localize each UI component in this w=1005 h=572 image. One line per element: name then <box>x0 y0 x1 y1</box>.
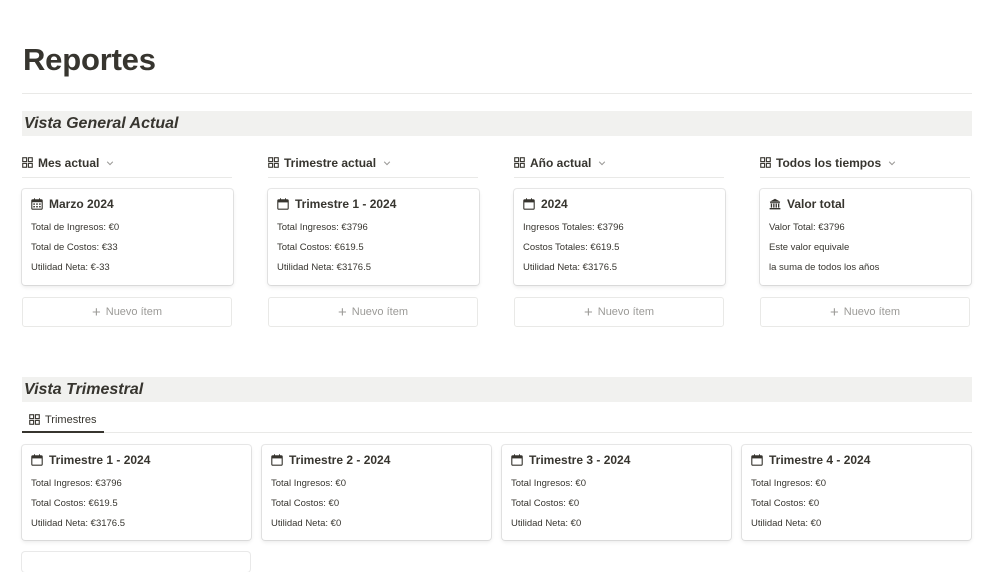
card-trimestre-2[interactable]: Trimestre 2 - 2024 Total Ingresos: €0 To… <box>262 445 491 540</box>
card-line: Total de Costos: €33 <box>31 242 118 253</box>
card-line: Total Ingresos: €3796 <box>31 478 122 489</box>
card-trimestre-actual[interactable]: Trimestre 1 - 2024 Total Ingresos: €3796… <box>268 189 479 285</box>
calendar-icon <box>523 198 535 210</box>
gallery-grid-icon <box>760 157 771 168</box>
chevron-down-icon[interactable] <box>383 159 391 167</box>
new-item-button[interactable]: + Nuevo ítem <box>760 297 970 327</box>
card-line: Total Costos: €0 <box>751 498 820 509</box>
card-trimestre-1[interactable]: Trimestre 1 - 2024 Total Ingresos: €3796… <box>22 445 251 540</box>
card-partial[interactable] <box>22 552 250 572</box>
card-line: Total Costos: €619.5 <box>31 498 118 509</box>
card-title: Marzo 2024 <box>49 197 114 211</box>
card-line: Total de Ingresos: €0 <box>31 222 120 233</box>
calendar-grid-icon <box>31 198 43 210</box>
calendar-icon <box>751 454 763 466</box>
card-line: Costos Totales: €619.5 <box>523 242 620 253</box>
plus-icon: + <box>337 303 347 321</box>
calendar-icon <box>31 454 43 466</box>
gallery-grid-icon <box>29 414 40 425</box>
tab-trimestres[interactable]: Trimestres <box>22 408 104 433</box>
section-heading-quarterly: Vista Trimestral <box>22 377 972 402</box>
card-line: Utilidad Neta: €0 <box>511 518 582 529</box>
card-line: la suma de todos los años <box>769 262 880 273</box>
section-heading-text: Vista General Actual <box>24 114 179 132</box>
new-item-label: Nuevo ítem <box>351 306 408 318</box>
card-line: Total Costos: €0 <box>271 498 340 509</box>
card-title: Trimestre 1 - 2024 <box>295 197 397 211</box>
card-todos-los-tiempos[interactable]: Valor total Valor Total: €3796 Este valo… <box>760 189 971 285</box>
bank-icon <box>769 198 781 210</box>
card-line: Total Ingresos: €3796 <box>277 222 368 233</box>
gallery-grid-icon <box>514 157 525 168</box>
card-line: Utilidad Neta: €3176.5 <box>277 262 372 273</box>
card-line: Total Ingresos: €0 <box>271 478 346 489</box>
card-ano-actual[interactable]: 2024 Ingresos Totales: €3796 Costos Tota… <box>514 189 725 285</box>
card-title: 2024 <box>541 197 568 211</box>
view-tab-mes-actual[interactable]: Mes actual <box>22 152 232 178</box>
view-tab-label: Mes actual <box>38 155 100 170</box>
view-tab-label: Año actual <box>530 155 592 170</box>
new-item-button[interactable]: + Nuevo ítem <box>268 297 478 327</box>
card-title: Trimestre 3 - 2024 <box>529 453 631 467</box>
card-title: Trimestre 2 - 2024 <box>289 453 391 467</box>
card-line: Utilidad Neta: €3176.5 <box>523 262 618 273</box>
title-divider <box>22 93 972 94</box>
card-title: Trimestre 4 - 2024 <box>769 453 871 467</box>
new-item-button[interactable]: + Nuevo ítem <box>22 297 232 327</box>
card-line: Utilidad Neta: €-33 <box>31 262 110 273</box>
card-line: Ingresos Totales: €3796 <box>523 222 624 233</box>
section-heading-text: Vista Trimestral <box>24 380 144 398</box>
chevron-down-icon[interactable] <box>106 159 114 167</box>
card-line: Utilidad Neta: €3176.5 <box>31 518 126 529</box>
calendar-icon <box>271 454 283 466</box>
calendar-icon <box>277 198 289 210</box>
card-title: Trimestre 1 - 2024 <box>49 453 151 467</box>
plus-icon: + <box>91 303 101 321</box>
gallery-grid-icon <box>22 157 33 168</box>
chevron-down-icon[interactable] <box>598 159 606 167</box>
card-line: Este valor equivale <box>769 242 850 253</box>
card-mes-actual[interactable]: Marzo 2024 Total de Ingresos: €0 Total d… <box>22 189 233 285</box>
section-heading-general: Vista General Actual <box>22 111 972 136</box>
view-tab-label: Trimestre actual <box>284 155 377 170</box>
plus-icon: + <box>829 303 839 321</box>
view-tab-trimestre-actual[interactable]: Trimestre actual <box>268 152 478 178</box>
card-trimestre-4[interactable]: Trimestre 4 - 2024 Total Ingresos: €0 To… <box>742 445 971 540</box>
card-line: Total Costos: €0 <box>511 498 580 509</box>
new-item-button[interactable]: + Nuevo ítem <box>514 297 724 327</box>
new-item-label: Nuevo ítem <box>105 306 162 318</box>
card-line: Valor Total: €3796 <box>769 222 845 233</box>
new-item-label: Nuevo ítem <box>597 306 654 318</box>
card-line: Total Ingresos: €0 <box>511 478 586 489</box>
chevron-down-icon[interactable] <box>888 159 896 167</box>
view-tab-label: Todos los tiempos <box>776 155 882 170</box>
card-line: Total Costos: €619.5 <box>277 242 364 253</box>
card-trimestre-3[interactable]: Trimestre 3 - 2024 Total Ingresos: €0 To… <box>502 445 731 540</box>
gallery-grid-icon <box>268 157 279 168</box>
card-title: Valor total <box>787 197 846 211</box>
card-line: Utilidad Neta: €0 <box>271 518 342 529</box>
tab-divider <box>22 432 972 433</box>
card-line: Utilidad Neta: €0 <box>751 518 822 529</box>
tab-label: Trimestres <box>45 413 97 426</box>
calendar-icon <box>511 454 523 466</box>
plus-icon: + <box>583 303 593 321</box>
card-line: Total Ingresos: €0 <box>751 478 826 489</box>
new-item-label: Nuevo ítem <box>843 306 900 318</box>
view-tab-todos-los-tiempos[interactable]: Todos los tiempos <box>760 152 970 178</box>
view-tab-ano-actual[interactable]: Año actual <box>514 152 724 178</box>
page-title: Reportes <box>23 42 156 77</box>
